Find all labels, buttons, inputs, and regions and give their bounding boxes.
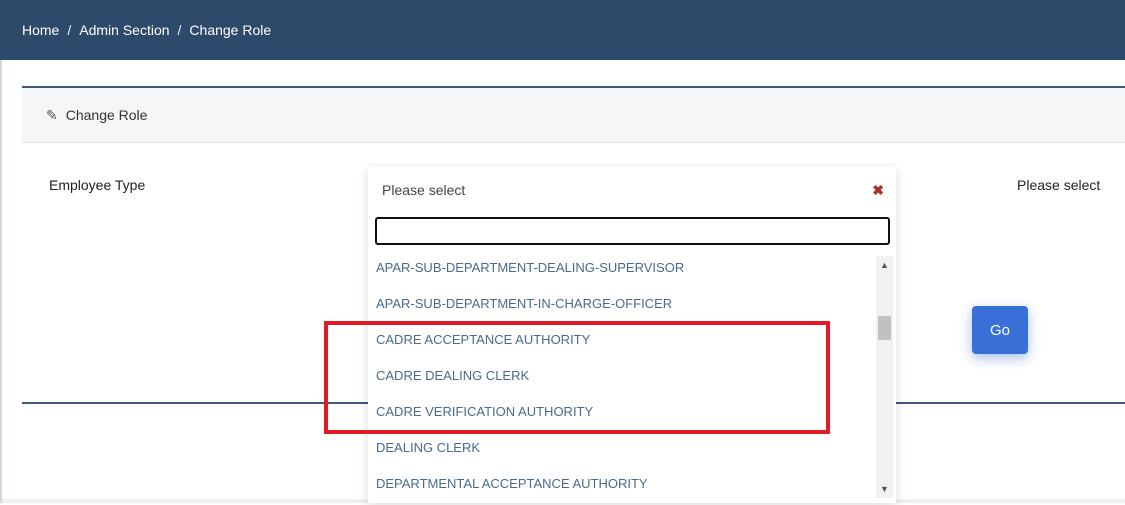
- breadcrumb-separator: /: [177, 22, 182, 38]
- scroll-up-arrow-icon[interactable]: ▲: [876, 258, 893, 272]
- go-button[interactable]: Go: [972, 306, 1028, 354]
- dropdown-option[interactable]: DEALING CLERK: [368, 430, 878, 466]
- breadcrumb-change-role: Change Role: [189, 22, 272, 38]
- dropdown-option[interactable]: CADRE VERIFICATION AUTHORITY: [368, 394, 878, 430]
- dropdown-selected[interactable]: Please select ✖: [368, 167, 896, 213]
- card-header: ✎ Change Role: [22, 88, 1125, 143]
- scrollbar-thumb[interactable]: [878, 316, 891, 340]
- role-select[interactable]: Please select: [1017, 177, 1100, 193]
- breadcrumb-home[interactable]: Home: [22, 22, 59, 38]
- dropdown-scrollbar[interactable]: ▲ ▼: [876, 256, 893, 498]
- breadcrumb: Home / Admin Section / Change Role: [0, 22, 271, 38]
- clear-icon[interactable]: ✖: [872, 182, 884, 199]
- employee-type-dropdown[interactable]: Please select ✖ APAR-SUB-DEPARTMENT-DEAL…: [368, 167, 896, 503]
- scroll-down-arrow-icon[interactable]: ▼: [876, 482, 893, 496]
- dropdown-option[interactable]: APAR-SUB-DEPARTMENT-DEALING-SUPERVISOR: [368, 250, 878, 286]
- dropdown-selected-text: Please select: [382, 182, 466, 198]
- card-title: Change Role: [65, 107, 148, 123]
- edit-icon: ✎: [46, 106, 58, 123]
- dropdown-search-input[interactable]: [375, 217, 890, 245]
- dropdown-option[interactable]: CADRE ACCEPTANCE AUTHORITY: [368, 322, 878, 358]
- dropdown-option[interactable]: APAR-SUB-DEPARTMENT-IN-CHARGE-OFFICER: [368, 286, 878, 322]
- top-header: Home / Admin Section / Change Role: [0, 0, 1125, 60]
- dropdown-options-list: APAR-SUB-DEPARTMENT-DEALING-SUPERVISOR A…: [368, 250, 878, 502]
- dropdown-search-wrap: [368, 213, 896, 245]
- dropdown-option[interactable]: DEPARTMENTAL ACCEPTANCE AUTHORITY: [368, 466, 878, 502]
- dropdown-option[interactable]: CADRE DEALING CLERK: [368, 358, 878, 394]
- breadcrumb-admin-section[interactable]: Admin Section: [79, 22, 169, 38]
- employee-type-label: Employee Type: [49, 177, 146, 193]
- breadcrumb-separator: /: [67, 22, 72, 38]
